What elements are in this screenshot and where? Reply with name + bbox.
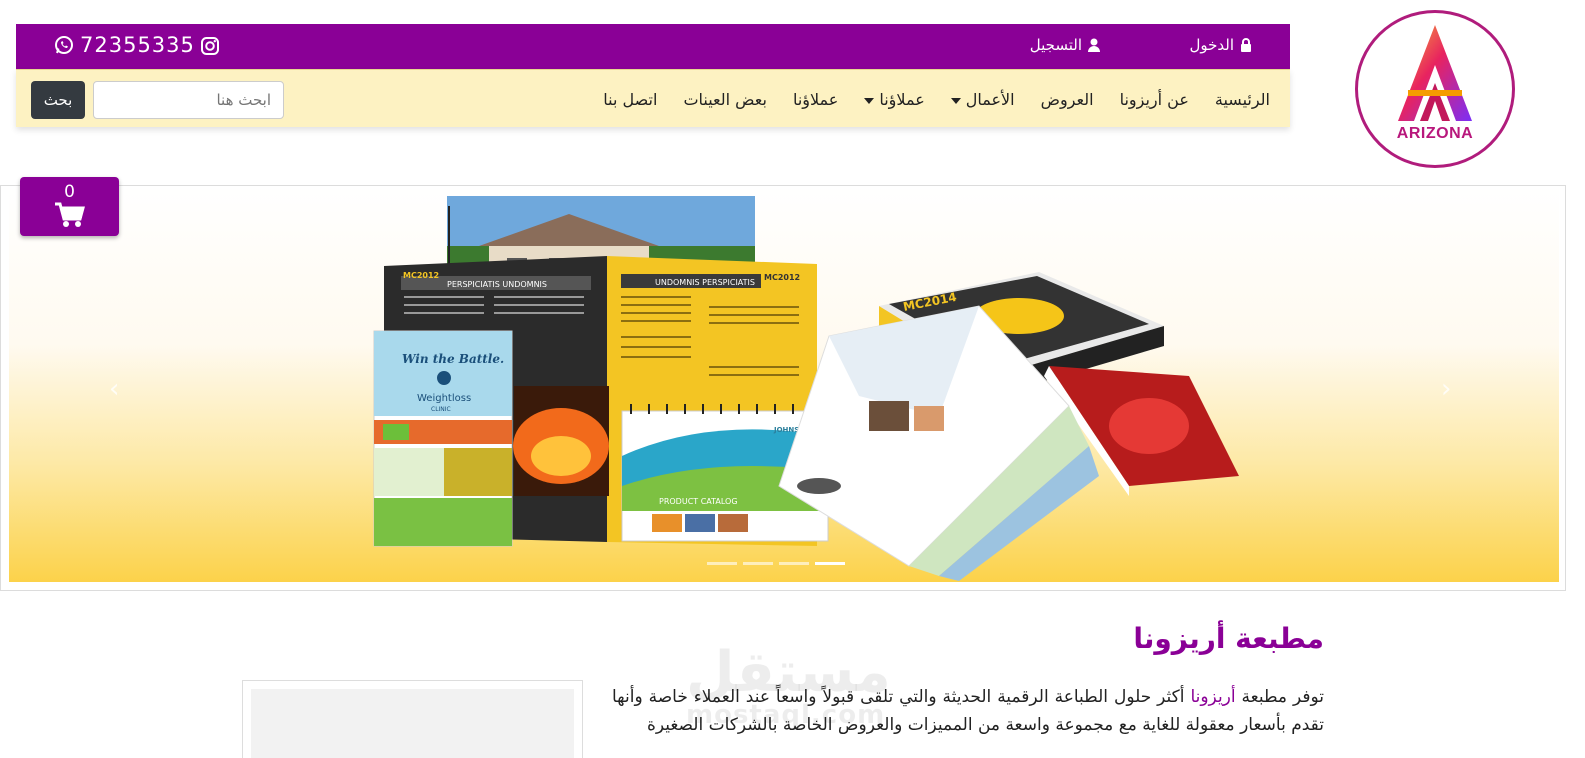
about-image-frame <box>242 680 583 758</box>
about-text: توفر مطبعة أريزونا أكثر حلول الطباعة الر… <box>612 683 1324 739</box>
nav-item-clients-dropdown[interactable]: عملاؤنا <box>864 90 925 109</box>
carousel-indicator[interactable] <box>707 562 737 565</box>
register-label: التسجيل <box>1029 36 1082 54</box>
svg-text:Win the Battle.: Win the Battle. <box>402 352 504 366</box>
top-bar: الدخول التسجيل 72355335 <box>16 24 1290 69</box>
nav-item-works-label: الأعمال <box>965 90 1015 109</box>
hero-carousel: PERSPICIATIS UNDOMNIS UNDOMNIS PERSPICIA… <box>0 185 1566 591</box>
search-button[interactable]: بحث <box>31 81 85 119</box>
register-link[interactable]: التسجيل <box>1030 36 1100 54</box>
caret-down-icon <box>950 97 961 104</box>
login-link[interactable]: الدخول <box>1189 36 1252 54</box>
shopping-cart-icon <box>55 202 85 227</box>
lock-icon <box>1241 38 1251 52</box>
svg-text:UNDOMNIS PERSPICIATIS: UNDOMNIS PERSPICIATIS <box>655 278 755 287</box>
nav-menu: الرئيسية عن أريزونا العروض الأعمال عملاؤ… <box>603 90 1270 109</box>
nav-item-offers[interactable]: العروض <box>1041 90 1094 109</box>
about-title: مطبعة أريزونا <box>1133 622 1324 655</box>
instagram-icon[interactable] <box>200 36 220 56</box>
printed-products-image: PERSPICIATIS UNDOMNIS UNDOMNIS PERSPICIA… <box>373 196 1239 581</box>
carousel-slide: PERSPICIATIS UNDOMNIS UNDOMNIS PERSPICIA… <box>9 186 1559 582</box>
nav-item-home[interactable]: الرئيسية <box>1215 90 1270 109</box>
nav-item-clients-dropdown-label: عملاؤنا <box>879 90 925 109</box>
carousel-next-icon[interactable]: › <box>1441 374 1451 404</box>
nav-item-samples[interactable]: بعض العينات <box>683 90 767 109</box>
nav-item-works[interactable]: الأعمال <box>950 90 1015 109</box>
svg-text:PERSPICIATIS UNDOMNIS: PERSPICIATIS UNDOMNIS <box>447 280 547 289</box>
nav-item-clients[interactable]: عملاؤنا <box>793 90 838 109</box>
nav-item-about[interactable]: عن أريزونا <box>1120 90 1189 109</box>
page: ARIZONA الدخول التسجيل 72355335 الرئيسية… <box>0 0 1585 758</box>
about-text-highlight[interactable]: أريزونا <box>1190 687 1235 707</box>
login-label: الدخول <box>1189 36 1234 54</box>
svg-text:MC2012: MC2012 <box>764 273 800 282</box>
svg-text:Weightloss: Weightloss <box>417 393 471 404</box>
carousel-indicators <box>707 562 845 565</box>
search-input[interactable] <box>93 81 284 119</box>
svg-text:CLINIC: CLINIC <box>431 406 451 413</box>
logo-text: ARIZONA <box>1396 125 1474 142</box>
site-logo[interactable]: ARIZONA <box>1355 10 1515 168</box>
whatsapp-icon <box>55 36 73 54</box>
svg-text:MC2012: MC2012 <box>403 271 439 280</box>
phone-number: 72355335 <box>80 33 195 57</box>
about-image <box>251 689 574 758</box>
carousel-prev-icon[interactable]: ‹ <box>109 374 119 404</box>
cart-button[interactable]: 0 <box>20 177 119 236</box>
user-icon <box>1088 38 1100 52</box>
caret-down-icon <box>864 97 875 104</box>
nav-item-contact[interactable]: اتصل بنا <box>603 90 657 109</box>
main-navbar: الرئيسية عن أريزونا العروض الأعمال عملاؤ… <box>16 69 1290 127</box>
about-text-start: توفر مطبعة <box>1235 687 1324 707</box>
carousel-indicator[interactable] <box>779 562 809 565</box>
cart-count: 0 <box>64 182 75 202</box>
svg-text:PRODUCT CATALOG: PRODUCT CATALOG <box>659 497 738 506</box>
carousel-indicator[interactable] <box>743 562 773 565</box>
carousel-indicator-active[interactable] <box>815 562 845 565</box>
phone-link[interactable]: 72355335 <box>54 33 195 57</box>
